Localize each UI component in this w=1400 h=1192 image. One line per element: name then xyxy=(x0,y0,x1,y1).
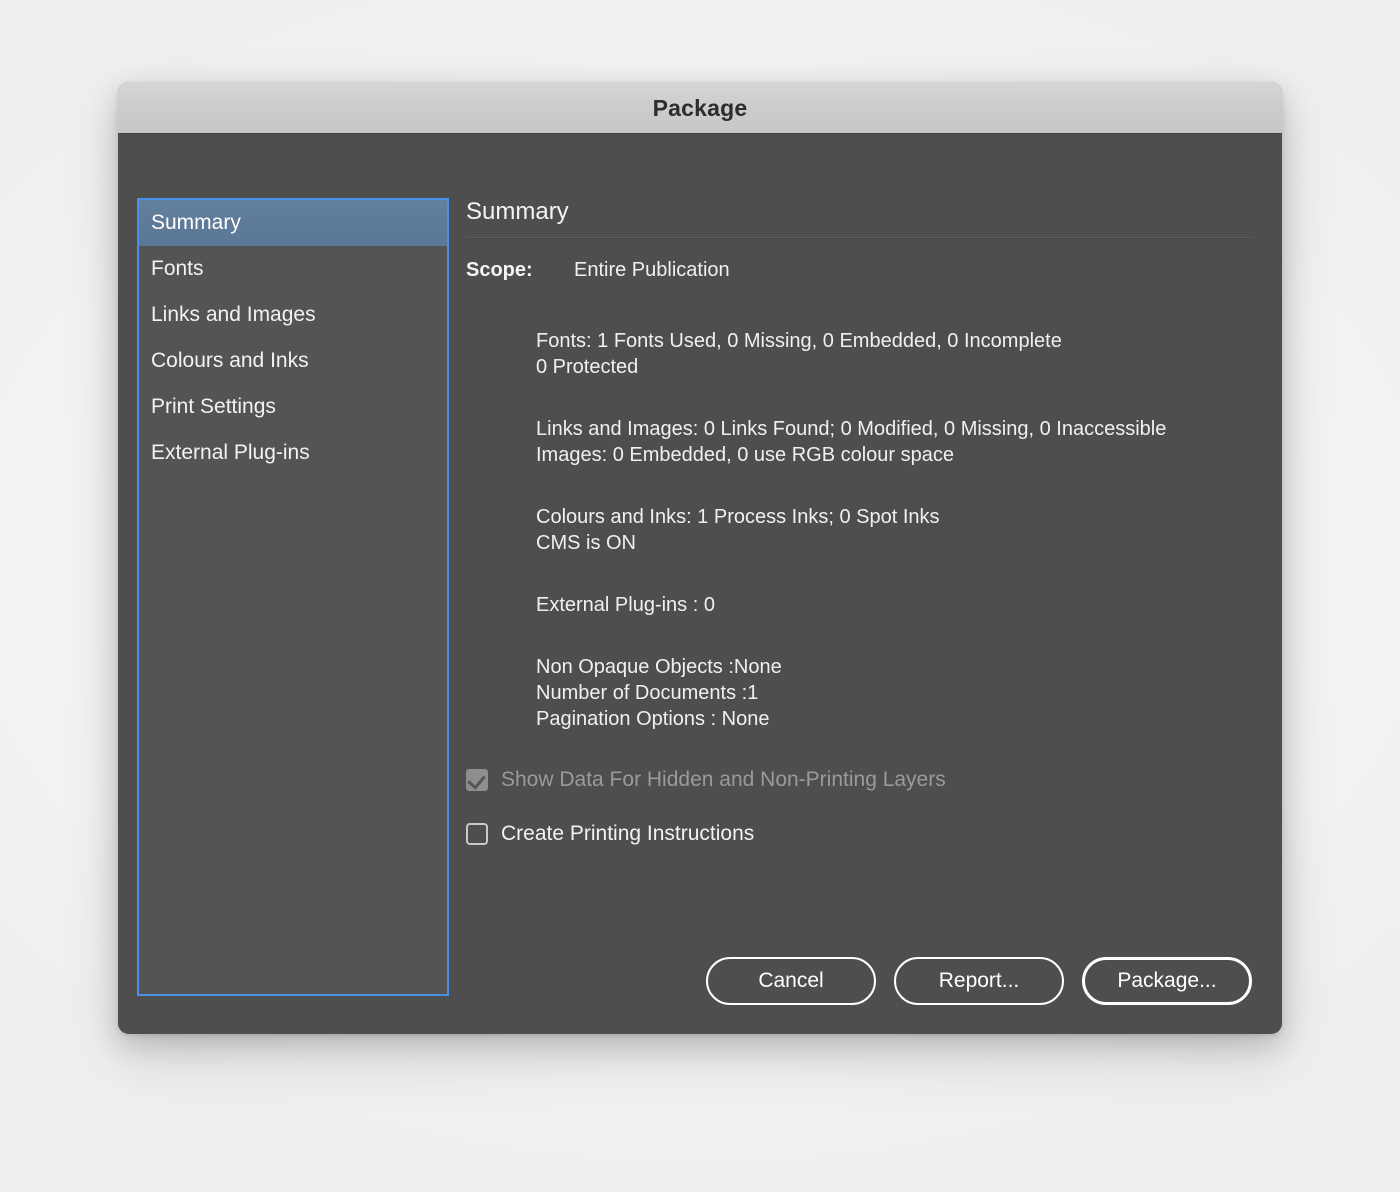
fonts-report: Fonts: 1 Fonts Used, 0 Missing, 0 Embedd… xyxy=(536,328,1254,380)
summary-panel: Summary Scope: Entire Publication Fonts:… xyxy=(466,198,1254,876)
report-line: 0 Protected xyxy=(536,356,639,378)
sidebar-item-links-and-images[interactable]: Links and Images xyxy=(139,292,447,338)
cancel-button[interactable]: Cancel xyxy=(706,957,876,1005)
document-report: Non Opaque Objects :None Number of Docum… xyxy=(536,654,1254,732)
report-line: Fonts: 1 Fonts Used, 0 Missing, 0 Embedd… xyxy=(536,330,1062,352)
report-line: Links and Images: 0 Links Found; 0 Modif… xyxy=(536,418,1167,440)
create-printing-instructions-checkbox-row[interactable]: Create Printing Instructions xyxy=(466,822,1254,846)
report-button[interactable]: Report... xyxy=(894,957,1064,1005)
report-line: CMS is ON xyxy=(536,532,636,554)
options-group: Show Data For Hidden and Non-Printing La… xyxy=(466,768,1254,846)
sidebar-item-label: External Plug-ins xyxy=(151,441,310,464)
sidebar-item-label: Print Settings xyxy=(151,395,276,418)
report-line: Number of Documents :1 xyxy=(536,682,759,704)
colours-and-inks-report: Colours and Inks: 1 Process Inks; 0 Spot… xyxy=(536,504,1254,556)
dialog-footer: Cancel Report... Package... xyxy=(706,957,1252,1005)
dialog-body: Summary Fonts Links and Images Colours a… xyxy=(118,134,1282,1033)
report-line: Pagination Options : None xyxy=(536,708,770,730)
dialog-title: Package xyxy=(652,95,748,121)
sidebar-item-label: Links and Images xyxy=(151,303,316,326)
package-dialog: Package Summary Fonts Links and Images C… xyxy=(118,82,1282,1034)
scope-value: Entire Publication xyxy=(574,259,730,281)
sidebar-item-external-plug-ins[interactable]: External Plug-ins xyxy=(139,430,447,476)
sidebar-item-label: Colours and Inks xyxy=(151,349,309,372)
panel-divider xyxy=(466,237,1252,239)
sidebar-item-print-settings[interactable]: Print Settings xyxy=(139,384,447,430)
scope-label: Scope: xyxy=(466,259,533,281)
external-plug-ins-report: External Plug-ins : 0 xyxy=(536,592,1254,618)
checkbox-unchecked-icon[interactable] xyxy=(466,823,488,845)
checkbox-checked-disabled-icon xyxy=(466,769,488,791)
show-hidden-layers-checkbox-row: Show Data For Hidden and Non-Printing La… xyxy=(466,768,1254,792)
sidebar-item-label: Fonts xyxy=(151,257,204,280)
sidebar-item-colours-and-inks[interactable]: Colours and Inks xyxy=(139,338,447,384)
links-and-images-report: Links and Images: 0 Links Found; 0 Modif… xyxy=(536,416,1254,468)
sidebar-item-summary[interactable]: Summary xyxy=(139,200,447,246)
report-line: Non Opaque Objects :None xyxy=(536,656,782,678)
panel-title: Summary xyxy=(466,198,569,225)
show-hidden-layers-label: Show Data For Hidden and Non-Printing La… xyxy=(501,768,946,791)
scope-row: Scope: Entire Publication xyxy=(466,259,1254,282)
sidebar-item-fonts[interactable]: Fonts xyxy=(139,246,447,292)
package-button[interactable]: Package... xyxy=(1082,957,1252,1005)
report-line: Images: 0 Embedded, 0 use RGB colour spa… xyxy=(536,444,955,466)
create-printing-instructions-label: Create Printing Instructions xyxy=(501,822,755,845)
report-line: External Plug-ins : 0 xyxy=(536,594,715,616)
sidebar-item-label: Summary xyxy=(151,211,241,234)
dialog-titlebar: Package xyxy=(118,82,1282,134)
report-line: Colours and Inks: 1 Process Inks; 0 Spot… xyxy=(536,506,940,528)
category-list[interactable]: Summary Fonts Links and Images Colours a… xyxy=(137,198,449,996)
